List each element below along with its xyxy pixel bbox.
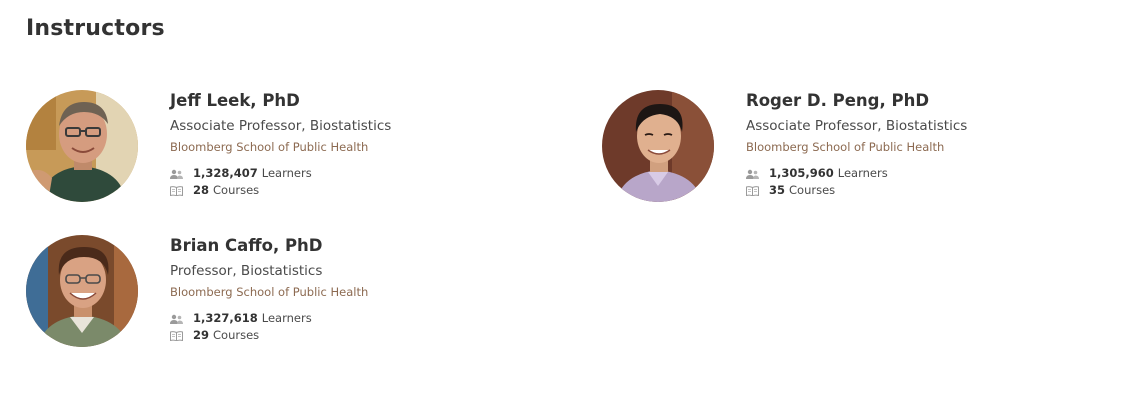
courses-count: 35 — [769, 183, 786, 197]
instructor-name[interactable]: Jeff Leek, PhD — [170, 90, 391, 112]
instructor-card-jeff-leek: Jeff Leek, PhD Associate Professor, Bios… — [26, 90, 506, 204]
learners-label: Learners — [261, 311, 312, 325]
instructor-name[interactable]: Roger D. Peng, PhD — [746, 90, 967, 112]
learners-count: 1,305,960 — [769, 166, 834, 180]
courses-stat: 29 Courses — [170, 327, 368, 344]
learners-stat: 1,327,618 Learners — [170, 310, 368, 327]
book-icon — [746, 185, 759, 196]
users-icon — [746, 169, 759, 179]
learners-count: 1,328,407 — [193, 166, 258, 180]
courses-count: 28 — [193, 183, 210, 197]
courses-label: Courses — [213, 183, 260, 197]
courses-count: 29 — [193, 328, 210, 342]
book-icon — [170, 330, 183, 341]
courses-label: Courses — [789, 183, 836, 197]
instructor-card-roger-peng: Roger D. Peng, PhD Associate Professor, … — [602, 90, 1082, 204]
users-icon — [170, 169, 183, 179]
instructor-name[interactable]: Brian Caffo, PhD — [170, 235, 368, 257]
courses-label: Courses — [213, 328, 260, 342]
avatar[interactable] — [26, 90, 138, 202]
instructor-title: Associate Professor, Biostatistics — [170, 118, 392, 134]
learners-count: 1,327,618 — [193, 311, 258, 325]
avatar-photo — [602, 90, 714, 202]
section-title: Instructors — [26, 16, 165, 41]
instructor-title: Professor, Biostatistics — [170, 263, 323, 279]
instructor-organization[interactable]: Bloomberg School of Public Health — [746, 139, 967, 155]
avatar[interactable] — [26, 235, 138, 347]
book-icon — [170, 185, 183, 196]
learners-label: Learners — [261, 166, 312, 180]
avatar-photo — [26, 90, 138, 202]
instructor-title: Associate Professor, Biostatistics — [746, 118, 968, 134]
learners-label: Learners — [837, 166, 888, 180]
courses-stat: 28 Courses — [170, 182, 391, 199]
learners-stat: 1,305,960 Learners — [746, 165, 967, 182]
courses-stat: 35 Courses — [746, 182, 967, 199]
instructor-organization[interactable]: Bloomberg School of Public Health — [170, 139, 391, 155]
instructor-card-brian-caffo: Brian Caffo, PhD Professor, Biostatistic… — [26, 235, 506, 349]
users-icon — [170, 314, 183, 324]
instructor-organization[interactable]: Bloomberg School of Public Health — [170, 284, 368, 300]
avatar-photo — [26, 235, 138, 347]
learners-stat: 1,328,407 Learners — [170, 165, 391, 182]
avatar[interactable] — [602, 90, 714, 202]
